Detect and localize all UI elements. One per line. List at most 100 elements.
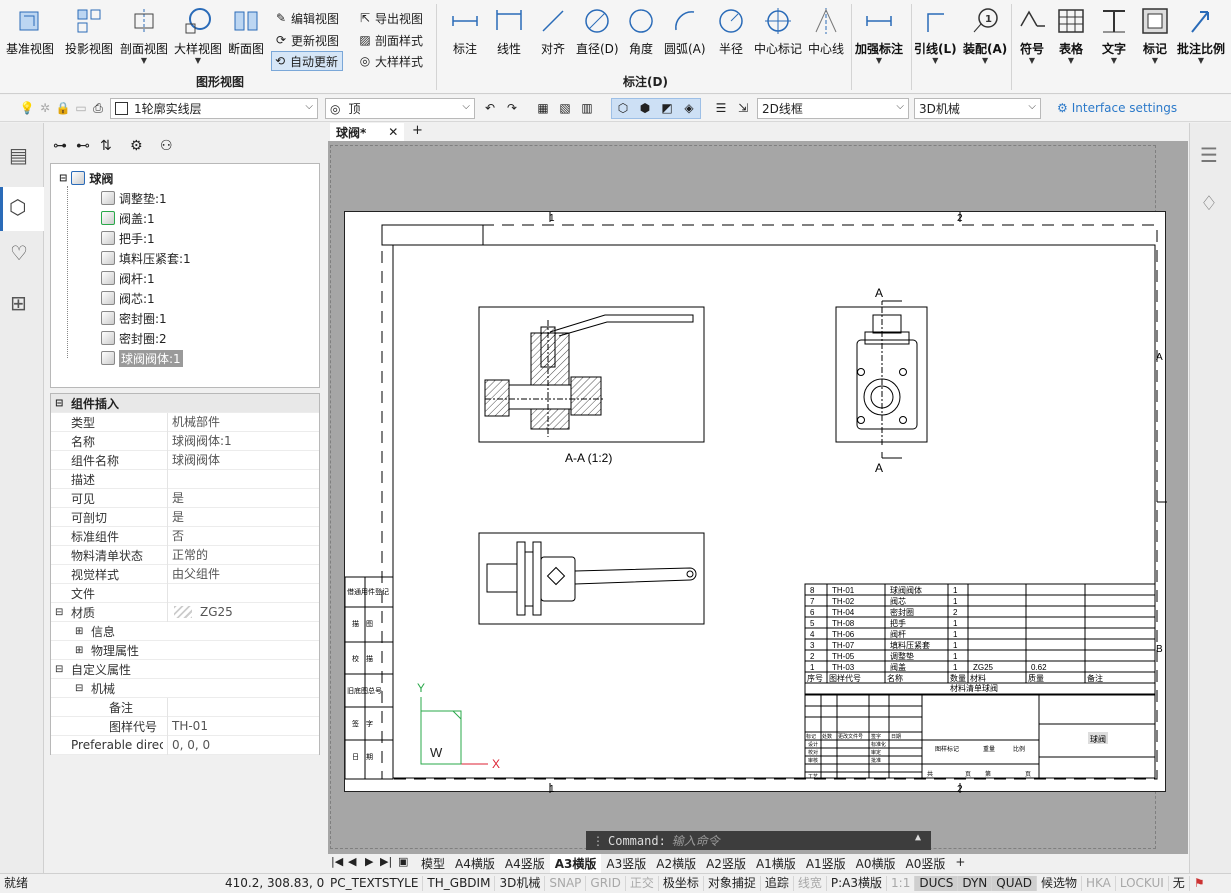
layout-tab[interactable]: A0横版	[851, 854, 901, 873]
layout-tab[interactable]: A1竖版	[801, 854, 851, 873]
layout-menu-icon[interactable]: ▣	[398, 855, 408, 868]
binoculars-icon[interactable]: ⚇	[160, 138, 173, 154]
text-button[interactable]: 文字 ▼	[1097, 0, 1131, 65]
cube-panel-icon[interactable]: ⬡	[9, 195, 26, 219]
ime-icon[interactable]: ⚑	[1194, 874, 1205, 893]
arc-dim-button[interactable]: 圆弧(A)	[664, 0, 706, 57]
interface-settings-link[interactable]: ⚙ Interface settings	[1057, 101, 1177, 115]
status-toggle[interactable]: GRID	[586, 876, 626, 891]
enhanced-dim-button[interactable]: 加强标注 ▼	[855, 0, 903, 65]
status-toggle[interactable]: 3D机械	[495, 876, 546, 891]
center-line-button[interactable]: 中心线	[808, 0, 844, 57]
section-view-button[interactable]: 剖面视图 ▼	[120, 0, 168, 65]
layout-tab[interactable]: A0竖版	[901, 854, 951, 873]
expand-icon[interactable]: ⊞	[75, 626, 83, 637]
assembly-dropdown-icon[interactable]: ▼	[982, 57, 988, 65]
angle-dim-button[interactable]: 角度	[624, 0, 658, 57]
layout-tab[interactable]: A3横版	[549, 854, 602, 873]
layout-tab[interactable]: +	[950, 854, 970, 873]
collapse-icon[interactable]: ⊟	[59, 173, 67, 184]
layer-bulb-icon[interactable]: ▥	[578, 99, 596, 117]
status-toggle[interactable]: TH_GBDIM	[423, 876, 496, 891]
top-view[interactable]	[478, 532, 705, 625]
command-input[interactable]: 输入命令	[672, 832, 720, 849]
update-view-button[interactable]: ⟳ 更新视图	[273, 30, 339, 50]
view-select[interactable]: ◎ 顶 ⌵	[325, 98, 475, 119]
prev-tab-icon[interactable]: ◀	[348, 855, 356, 868]
freeze-icon[interactable]: ✲	[36, 99, 54, 117]
command-line[interactable]: ⋮ Command: 输入命令 ▲	[586, 831, 931, 850]
detail-style-button[interactable]: ◎ 大样样式	[357, 51, 423, 71]
workspace-select[interactable]: 3D机械 ⌵	[914, 98, 1041, 119]
text-dropdown-icon[interactable]: ▼	[1111, 57, 1117, 65]
property-row[interactable]: 可剖切 是	[51, 507, 319, 527]
layout-tab[interactable]: A4竖版	[500, 854, 550, 873]
leader-button[interactable]: 引线(L) ▼	[914, 0, 957, 65]
status-toggle[interactable]: LOCKUI	[1116, 876, 1169, 891]
collapse-icon[interactable]: ⊟	[55, 398, 63, 409]
status-toggle[interactable]: 正交	[626, 876, 659, 891]
new-tab-icon[interactable]: +	[412, 123, 423, 138]
properties-icon[interactable]: ☰	[712, 99, 730, 117]
property-row[interactable]: 可见 是	[51, 488, 319, 508]
tree-root[interactable]: ⊟ 球阀	[59, 168, 113, 188]
layout-tab[interactable]: A2竖版	[701, 854, 751, 873]
front-view[interactable]	[835, 306, 928, 447]
next-tab-icon[interactable]: ▶	[365, 855, 373, 868]
property-preferable-direction[interactable]: Preferable direct 0, 0, 0	[51, 735, 319, 755]
enhanced-dim-dropdown-icon[interactable]: ▼	[876, 57, 882, 65]
title-block[interactable]: 标记 处数 更改文件号 签字 日期 设计 校对 审核 工艺 标准化 审定 批准 …	[804, 694, 1156, 780]
print-icon[interactable]: ⎙	[89, 99, 107, 117]
properties-section-header[interactable]: ⊟ 组件插入	[51, 394, 319, 413]
status-toggle[interactable]: DUCS	[915, 876, 959, 891]
zoom-extents-icon[interactable]: ⇲	[734, 99, 752, 117]
status-toggle[interactable]: 线宽	[794, 876, 827, 891]
tree-collapse-icon[interactable]: ⊷	[76, 138, 90, 154]
aligned-dim-button[interactable]: 对齐	[536, 0, 570, 57]
property-material[interactable]: ⊟ 材质 ZG25	[51, 602, 319, 622]
annotation-scale-button[interactable]: 批注比例 ▼	[1177, 0, 1225, 65]
dim-button[interactable]: 标注	[448, 0, 482, 57]
status-toggle[interactable]: SNAP	[545, 876, 587, 891]
status-toggle[interactable]: QUAD	[992, 876, 1037, 891]
status-toggle[interactable]: 对象捕捉	[704, 876, 761, 891]
edit-view-button[interactable]: ✎ 编辑视图	[273, 8, 339, 28]
property-row[interactable]: 物料清单状态 正常的	[51, 545, 319, 565]
layer-state-icon[interactable]: ▧	[556, 99, 574, 117]
tree-item[interactable]: 密封圈:1	[101, 308, 167, 328]
close-icon[interactable]: ✕	[388, 125, 398, 139]
detail-view-button[interactable]: 大样视图 ▼	[174, 0, 222, 65]
assembly-button[interactable]: 1 装配(A) ▼	[963, 0, 1007, 65]
status-toggle[interactable]: 极坐标	[659, 876, 704, 891]
layout-tab[interactable]: A2横版	[651, 854, 701, 873]
leader-dropdown-icon[interactable]: ▼	[932, 57, 938, 65]
section-view-aa[interactable]	[478, 306, 705, 443]
tree-item[interactable]: 密封圈:2	[101, 328, 167, 348]
tree-item[interactable]: 球阀阀体:1	[101, 348, 183, 368]
shaded-cube-icon[interactable]: ◈	[680, 99, 698, 117]
mark-button[interactable]: 标记 ▼	[1138, 0, 1172, 65]
balloon-panel-icon[interactable]: ♢	[1200, 191, 1218, 215]
doc-tab-active[interactable]: 球阀* ✕	[330, 123, 405, 141]
light-bulb-icon[interactable]: 💡	[18, 99, 36, 117]
collapse-icon[interactable]: ⊟	[75, 683, 83, 694]
layout-tab[interactable]: A1横版	[751, 854, 801, 873]
status-toggle[interactable]: PC_TEXTSTYLE	[326, 876, 424, 891]
first-tab-icon[interactable]: |◀	[331, 855, 343, 868]
property-row[interactable]: 组件名称 球阀阀体	[51, 450, 319, 470]
wireframe-cube-icon[interactable]: ⬡	[614, 99, 632, 117]
tree-item[interactable]: 填料压紧套:1	[101, 248, 191, 268]
layout-tab[interactable]: A3竖版	[601, 854, 651, 873]
collapse-icon[interactable]: ⊟	[55, 607, 63, 618]
tree-sort-icon[interactable]: ⇅	[100, 138, 112, 154]
collapse-icon[interactable]: ⊟	[55, 664, 63, 675]
bom-table[interactable]: 8 TH-01 球阀阀体 1 7 TH-02 阀芯 1 6 TH-04 密封圈 2 5 TH-08 把手 1 4…	[804, 583, 1156, 695]
symbol-dropdown-icon[interactable]: ▼	[1029, 57, 1035, 65]
layout-tab[interactable]: A4横版	[450, 854, 500, 873]
tree-item[interactable]: 阀杆:1	[101, 268, 155, 288]
status-toggle[interactable]: 候选物	[1037, 876, 1082, 891]
property-row[interactable]: 类型 机械部件	[51, 412, 319, 432]
layout-tab[interactable]: 模型	[416, 854, 450, 873]
section-style-button[interactable]: ▨ 剖面样式	[357, 30, 423, 50]
status-toggle[interactable]: 1:1	[887, 876, 916, 891]
